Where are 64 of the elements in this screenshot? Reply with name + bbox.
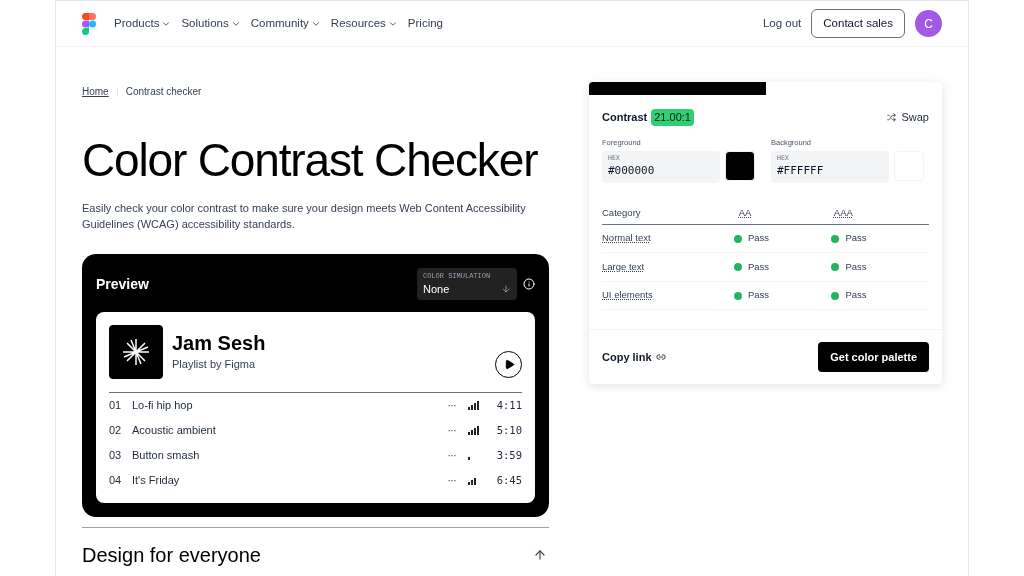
track-row[interactable]: 02 Acoustic ambient ··· 5:10 bbox=[109, 418, 522, 443]
more-icon[interactable]: ··· bbox=[447, 423, 456, 438]
contrast-label: Contrast bbox=[602, 110, 648, 125]
track-number: 04 bbox=[109, 473, 123, 489]
more-icon[interactable]: ··· bbox=[447, 398, 456, 413]
track-row[interactable]: 01 Lo-fi hip hop ··· 4:11 bbox=[109, 393, 522, 418]
color-swatch[interactable] bbox=[725, 150, 755, 181]
more-icon[interactable]: ··· bbox=[447, 473, 456, 488]
current-page-label: Contrast checker bbox=[125, 85, 202, 99]
column-header: Category bbox=[602, 206, 642, 221]
link-icon bbox=[655, 352, 666, 362]
nav-link[interactable]: Resources bbox=[330, 14, 398, 33]
track-row[interactable]: 03 Button smash ··· 3:59 bbox=[109, 443, 522, 468]
track-row[interactable]: 04 It's Friday ··· 6:45 bbox=[109, 468, 522, 493]
category-cell-text: Normal text bbox=[602, 231, 652, 246]
signal-icon bbox=[468, 478, 476, 485]
result-cell-text: Pass bbox=[845, 259, 867, 274]
category-cell-text: UI elements bbox=[602, 288, 654, 303]
column-header: AA bbox=[738, 206, 753, 221]
preview-title: Preview bbox=[96, 274, 149, 294]
info-icon[interactable] bbox=[523, 278, 535, 290]
copy-link[interactable]: Copy link bbox=[602, 348, 666, 366]
breadcrumb-link[interactable]: Home bbox=[82, 84, 109, 99]
nav-link[interactable]: Solutions bbox=[181, 14, 241, 33]
track-duration: 6:45 bbox=[495, 472, 522, 488]
swap-button[interactable]: Swap bbox=[887, 109, 929, 126]
playlist-name: Jam Sesh bbox=[172, 331, 266, 357]
page-title: Color Contrast Checker bbox=[82, 137, 539, 183]
playlist-subtitle: Playlist by Figma bbox=[172, 357, 257, 373]
track-number: 03 bbox=[109, 448, 123, 464]
logout-link[interactable]: Log out bbox=[762, 14, 802, 33]
sparkle-icon bbox=[109, 325, 163, 379]
result-cell: Pass bbox=[747, 288, 769, 303]
result-cell-text: Pass bbox=[747, 259, 769, 274]
track-number: 02 bbox=[109, 423, 123, 439]
track-name: Button smash bbox=[132, 448, 200, 464]
color-palette-button[interactable]: Get color palette bbox=[818, 342, 929, 372]
logo-icon[interactable] bbox=[82, 12, 96, 35]
contrast-ratio: 21.00:1 bbox=[651, 109, 694, 126]
column-header: AAA bbox=[833, 206, 854, 221]
nav-link[interactable]: Pricing bbox=[407, 14, 443, 33]
arrow-down-icon bbox=[501, 284, 511, 294]
track-name: It's Friday bbox=[132, 473, 180, 489]
signal-icon bbox=[468, 401, 479, 410]
contact-sales-button[interactable]: Contact sales bbox=[811, 9, 905, 38]
track-duration: 3:59 bbox=[495, 447, 522, 463]
result-cell: Pass bbox=[845, 288, 867, 303]
track-number: 01 bbox=[109, 398, 123, 414]
nav-link[interactable]: Products bbox=[114, 14, 172, 33]
track-name: Acoustic ambient bbox=[132, 423, 216, 439]
signal-icon bbox=[468, 426, 479, 435]
shuffle-icon bbox=[887, 112, 897, 122]
track-name: Lo-fi hip hop bbox=[132, 398, 193, 414]
result-cell: Pass bbox=[845, 231, 867, 246]
more-icon[interactable]: ··· bbox=[447, 448, 456, 463]
nav-link[interactable]: Community bbox=[250, 14, 321, 33]
category-cell-text: Large text bbox=[602, 259, 646, 274]
page-description: Easily check your color contrast to make sure your design meets Web Content Accessibility Guidelines (WCAG) accessibility standards. bbox=[82, 201, 527, 232]
section-heading: Design for everyone bbox=[82, 543, 261, 568]
track-duration: 5:10 bbox=[495, 422, 522, 438]
result-cell: Pass bbox=[747, 231, 769, 246]
user-avatar[interactable]: C bbox=[915, 10, 942, 37]
play-icon bbox=[504, 358, 515, 370]
track-duration: 4:11 bbox=[495, 397, 522, 413]
